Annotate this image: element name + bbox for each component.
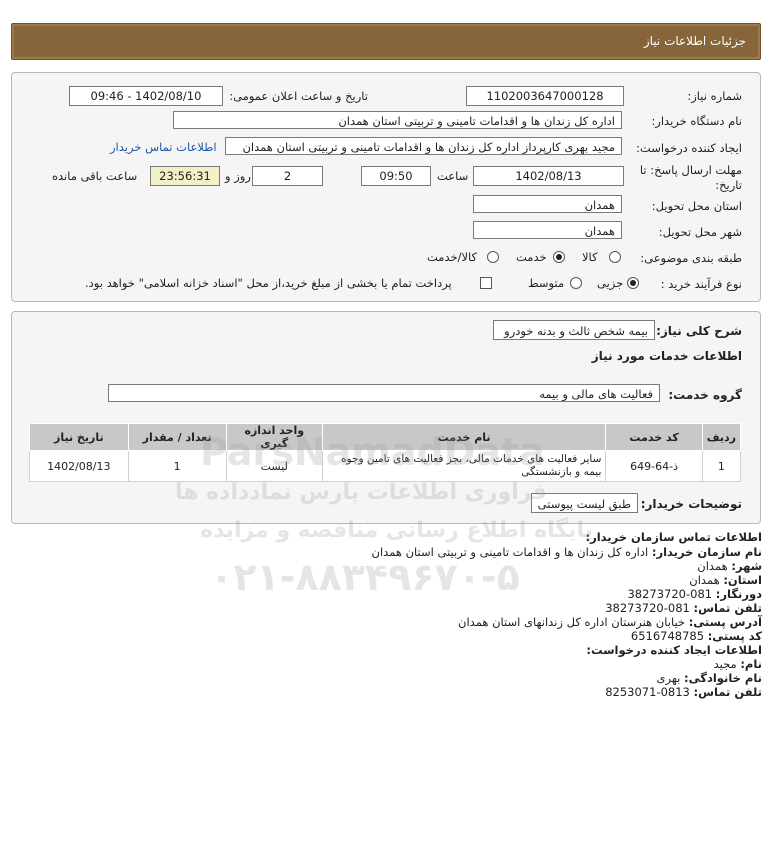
services-table: ردیف کد خدمت نام خدمت واحد اندازه گیری ت… bbox=[29, 423, 742, 482]
buyer-org-label: نام دستگاه خریدار: bbox=[651, 114, 742, 128]
category-option-goods-service: کالا/خدمت bbox=[427, 250, 478, 264]
province-label: استان محل تحویل: bbox=[651, 199, 742, 213]
contact-phone: تلفن تماس: 081-38273720 bbox=[605, 601, 762, 615]
deadline-date-field: 1402/08/13 bbox=[473, 166, 624, 186]
service-group-field: فعالیت های مالی و بیمه bbox=[108, 384, 660, 402]
time-label: ساعت bbox=[437, 169, 469, 183]
category-label: طبقه بندی موضوعی: bbox=[640, 251, 742, 265]
col-qty: تعداد / مقدار bbox=[127, 423, 227, 451]
creator-label: ایجاد کننده درخواست: bbox=[636, 141, 742, 155]
creator-info-title: اطلاعات ایجاد کننده درخواست: bbox=[586, 643, 762, 657]
contact-province: استان: همدان bbox=[689, 573, 762, 587]
contact-fax: دورنگار: 081-38273720 bbox=[627, 587, 762, 601]
col-name: نام خدمت bbox=[321, 423, 607, 451]
city-field: همدان bbox=[473, 221, 622, 239]
buyer-notes-label: توضیحات خریدار: bbox=[640, 497, 742, 511]
announce-field: 1402/08/10 - 09:46 bbox=[69, 86, 223, 106]
service-details-panel bbox=[11, 311, 761, 524]
col-unit: واحد اندازه گیری bbox=[225, 423, 323, 451]
remaining-time-field: 23:56:31 bbox=[150, 166, 220, 186]
service-group-label: گروه خدمت: bbox=[668, 388, 742, 402]
days-label: روز و bbox=[225, 169, 251, 183]
col-row: ردیف bbox=[701, 423, 742, 451]
need-number-field: 1102003647000128 bbox=[466, 86, 624, 106]
contact-title: اطلاعات تماس سازمان خریدار: bbox=[585, 530, 762, 544]
remaining-label: ساعت باقی مانده bbox=[52, 169, 138, 183]
contact-postal: کد پستی: 6516748785 bbox=[630, 629, 762, 643]
buyer-org-field: اداره کل زندان ها و اقدامات تامینی و ترب… bbox=[173, 111, 622, 129]
table-row: 1 ذ-64-649 سایر فعالیت های خدمات مالی، ب… bbox=[29, 450, 742, 482]
process-label: نوع فرآیند خرید : bbox=[660, 277, 742, 291]
cell-qty: 1 bbox=[127, 450, 227, 482]
process-radio-medium[interactable] bbox=[570, 277, 582, 289]
buyer-notes-field: طبق لیست پیوستی bbox=[531, 493, 638, 513]
col-date: تاریخ نیاز bbox=[29, 423, 129, 451]
deadline-time-field: 09:50 bbox=[361, 166, 431, 186]
page-header: جزئیات اطلاعات نیاز bbox=[11, 23, 761, 60]
need-number-label: شماره نیاز: bbox=[687, 89, 742, 103]
cell-row: 1 bbox=[701, 450, 742, 482]
process-option-medium: متوسط bbox=[528, 276, 565, 290]
cell-name: سایر فعالیت های خدمات مالی، بجز فعالیت ه… bbox=[321, 450, 607, 482]
cell-date: 1402/08/13 bbox=[29, 450, 129, 482]
days-field: 2 bbox=[252, 166, 323, 186]
buyer-contact-link[interactable]: اطلاعات تماس خریدار bbox=[110, 140, 217, 154]
category-option-service: خدمت bbox=[516, 250, 547, 264]
category-radio-goods-service[interactable] bbox=[487, 251, 499, 263]
cell-unit: لیست bbox=[225, 450, 323, 482]
col-code: کد خدمت bbox=[605, 423, 703, 451]
services-title: اطلاعات خدمات مورد نیاز bbox=[591, 349, 742, 363]
creator-phone: تلفن تماس: 0813-8253071 bbox=[605, 685, 762, 699]
process-radio-minor[interactable] bbox=[627, 277, 639, 289]
province-field: همدان bbox=[473, 195, 622, 213]
contact-address: آدرس پستی: خیابان هنرستان اداره کل زندان… bbox=[458, 615, 762, 629]
general-desc-label: شرح کلی نیاز: bbox=[656, 324, 742, 338]
general-desc-field: بیمه شخص ثالث و بدنه خودرو bbox=[493, 320, 655, 340]
city-label: شهر محل تحویل: bbox=[658, 225, 742, 239]
announce-label: تاریخ و ساعت اعلان عمومی: bbox=[229, 89, 368, 103]
creator-first-name: نام: مجید bbox=[713, 657, 762, 671]
creator-last-name: نام خانوادگی: بهری bbox=[656, 671, 762, 685]
category-option-goods: کالا bbox=[582, 250, 598, 264]
category-radio-goods[interactable] bbox=[609, 251, 621, 263]
cell-code: ذ-64-649 bbox=[605, 450, 703, 482]
treasury-payment-checkbox[interactable] bbox=[480, 277, 492, 289]
watermark-phone: ۰۲۱-۸۸۳۴۹۶۷۰-۵ bbox=[210, 555, 520, 599]
page-title: جزئیات اطلاعات نیاز bbox=[643, 34, 746, 48]
creator-field: مجید بهری کارپرداز اداره کل زندان ها و ا… bbox=[225, 137, 622, 155]
payment-note: پرداخت تمام یا بخشی از مبلغ خرید،از محل … bbox=[85, 276, 452, 290]
contact-city: شهر: همدان bbox=[697, 559, 762, 573]
contact-org: نام سازمان خریدار: اداره کل زندان ها و ا… bbox=[371, 545, 762, 559]
process-option-minor: جزیی bbox=[597, 276, 624, 290]
category-radio-service[interactable] bbox=[553, 251, 565, 263]
deadline-label: مهلت ارسال پاسخ: تا تاریخ: bbox=[639, 163, 742, 192]
